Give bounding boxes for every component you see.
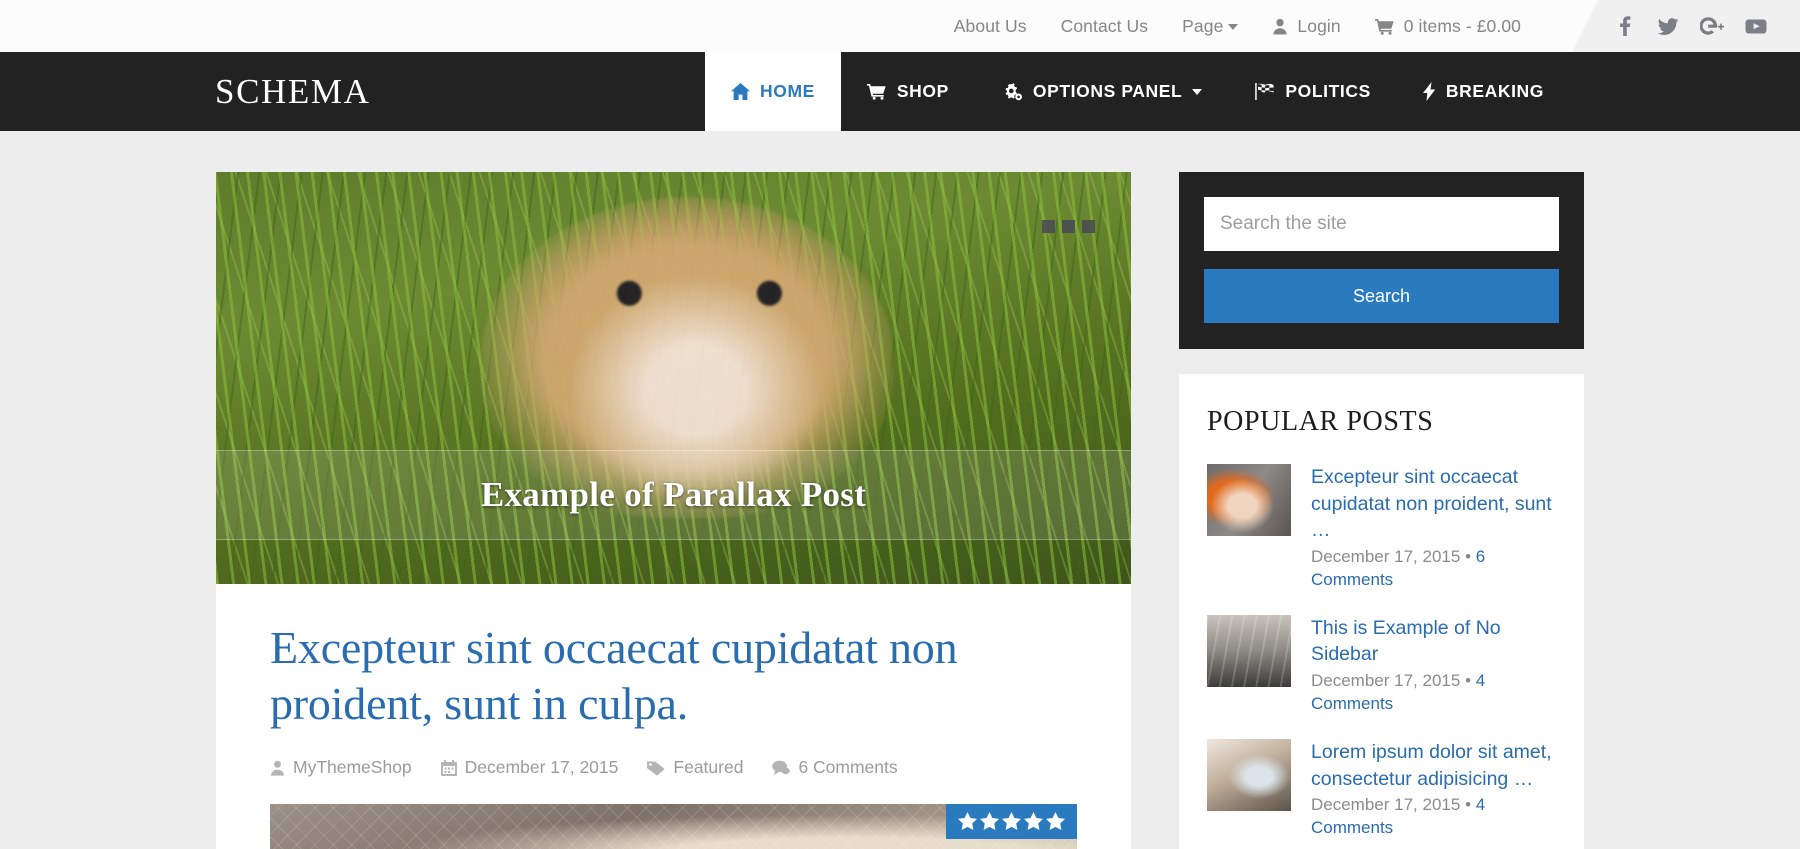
list-item: Lorem ipsum dolor sit amet, consectetur … (1207, 739, 1556, 839)
cart-summary-label: 0 items - £0.00 (1403, 15, 1521, 36)
article-title[interactable]: Excepteur sint occaecat cupidatat non pr… (270, 620, 1077, 732)
site-title: SCHEMA (215, 71, 371, 111)
top-link-login[interactable]: Login (1255, 16, 1357, 37)
meta-author[interactable]: MyThemeShop (270, 757, 412, 778)
search-button[interactable]: Search (1204, 269, 1559, 323)
popular-post-thumbnail[interactable] (1207, 464, 1291, 536)
star-rating-badge[interactable] (946, 804, 1077, 840)
nav-item-breaking[interactable]: BREAKING (1397, 52, 1570, 131)
meta-comments[interactable]: 6 Comments (772, 757, 898, 778)
popular-post-body: Excepteur sint occaecat cupidatat non pr… (1311, 464, 1556, 591)
popular-post-body: Lorem ipsum dolor sit amet, consectetur … (1311, 739, 1556, 839)
sidebar: Search POPULAR POSTS Excepteur sint occa… (1179, 172, 1584, 849)
nav-item-options-panel-label: OPTIONS PANEL (1032, 81, 1183, 101)
cogs-icon (1001, 82, 1023, 101)
social-links (1572, 0, 1800, 52)
nav-item-home-label: HOME (760, 81, 815, 101)
tag-icon (647, 761, 665, 776)
meta-category-label: Featured (673, 757, 744, 778)
popular-post-link[interactable]: This is Example of No Sidebar (1311, 615, 1556, 668)
user-icon (271, 760, 284, 776)
flag-icon (1254, 83, 1275, 100)
top-link-login-label: Login (1297, 15, 1341, 36)
meta-separator: • (1465, 670, 1472, 690)
page-body: Example of Parallax Post Excepteur sint … (0, 131, 1800, 849)
cart-icon (1374, 18, 1395, 35)
hero-title: Example of Parallax Post (480, 475, 867, 514)
nav-item-politics-label: POLITICS (1285, 81, 1371, 101)
slider-pagination[interactable] (1042, 220, 1095, 233)
top-bar-links: About Us Contact Us Page Login 0 items -… (937, 0, 1558, 52)
top-link-contact-us[interactable]: Contact Us (1044, 16, 1166, 37)
home-icon (731, 83, 750, 100)
comment-icon (772, 760, 791, 775)
popular-post-thumbnail[interactable] (1207, 614, 1291, 687)
meta-author-label: MyThemeShop (293, 757, 412, 778)
nav-item-home[interactable]: HOME (705, 52, 841, 131)
popular-post-body: This is Example of No Sidebar December 1… (1311, 615, 1556, 715)
search-widget: Search (1179, 172, 1584, 349)
meta-separator: • (1465, 795, 1472, 815)
star-icon (980, 812, 999, 831)
popular-post-meta: December 17, 2015 • 4 Comments (1311, 669, 1556, 715)
popular-post-link[interactable]: Lorem ipsum dolor sit amet, consectetur … (1311, 739, 1556, 792)
search-input[interactable] (1204, 197, 1559, 251)
meta-date[interactable]: December 17, 2015 (440, 757, 619, 778)
cart-icon (866, 83, 887, 100)
main-content: Example of Parallax Post Excepteur sint … (216, 172, 1131, 849)
youtube-icon[interactable] (1739, 9, 1773, 43)
popular-post-date: December 17, 2015 (1311, 670, 1461, 690)
meta-category[interactable]: Featured (647, 757, 743, 778)
main-navigation: SCHEMA HOME SHOP OPTIONS PANEL POLITICS … (0, 52, 1800, 131)
slider-dot[interactable] (1042, 220, 1055, 233)
nav-item-shop-label: SHOP (896, 81, 949, 101)
chevron-down-icon (1228, 23, 1239, 30)
article-card: Excepteur sint occaecat cupidatat non pr… (216, 584, 1131, 849)
star-icon (958, 812, 977, 831)
meta-date-label: December 17, 2015 (464, 757, 619, 778)
nav-item-shop[interactable]: SHOP (841, 52, 975, 131)
google-plus-icon[interactable] (1695, 9, 1729, 43)
popular-posts-widget: POPULAR POSTS Excepteur sint occaecat cu… (1179, 374, 1584, 849)
slider-dot[interactable] (1062, 220, 1075, 233)
user-icon (1272, 18, 1288, 35)
bolt-icon (1422, 82, 1436, 101)
article-meta: MyThemeShop December 17, 2015 Featured 6… (270, 757, 1077, 778)
twitter-icon[interactable] (1651, 9, 1685, 43)
nav-item-breaking-label: BREAKING (1445, 81, 1544, 101)
popular-post-link[interactable]: Excepteur sint occaecat cupidatat non pr… (1311, 464, 1556, 544)
popular-posts-title: POPULAR POSTS (1207, 406, 1434, 437)
popular-post-thumbnail[interactable] (1207, 739, 1291, 812)
slider-dot[interactable] (1082, 220, 1095, 233)
list-item: This is Example of No Sidebar December 1… (1207, 614, 1556, 715)
meta-separator: • (1465, 546, 1472, 566)
hero-title-band: Example of Parallax Post (216, 450, 1131, 540)
cart-summary[interactable]: 0 items - £0.00 (1358, 16, 1538, 37)
calendar-icon (440, 759, 457, 776)
article-thumbnail[interactable] (270, 804, 1077, 849)
list-item: Excepteur sint occaecat cupidatat non pr… (1207, 464, 1556, 591)
popular-post-meta: December 17, 2015 • 4 Comments (1311, 793, 1556, 839)
site-brand[interactable]: SCHEMA (0, 52, 705, 131)
nav-items: HOME SHOP OPTIONS PANEL POLITICS BREAKIN… (705, 52, 1570, 131)
popular-post-date: December 17, 2015 (1311, 546, 1461, 566)
nav-item-politics[interactable]: POLITICS (1228, 52, 1397, 131)
popular-post-meta: December 17, 2015 • 6 Comments (1311, 545, 1556, 591)
top-link-page[interactable]: Page (1165, 16, 1255, 37)
popular-post-date: December 17, 2015 (1311, 795, 1461, 815)
top-link-about-us[interactable]: About Us (937, 16, 1044, 37)
facebook-icon[interactable] (1607, 9, 1641, 43)
top-bar: About Us Contact Us Page Login 0 items -… (0, 0, 1800, 52)
chevron-down-icon (1192, 88, 1203, 95)
featured-post-hero[interactable]: Example of Parallax Post (216, 172, 1131, 584)
star-icon (1002, 812, 1021, 831)
nav-item-options-panel[interactable]: OPTIONS PANEL (975, 52, 1228, 131)
meta-comments-label: 6 Comments (798, 757, 898, 778)
star-icon (1046, 812, 1065, 831)
top-link-page-label: Page (1182, 15, 1224, 36)
star-icon (1024, 812, 1043, 831)
